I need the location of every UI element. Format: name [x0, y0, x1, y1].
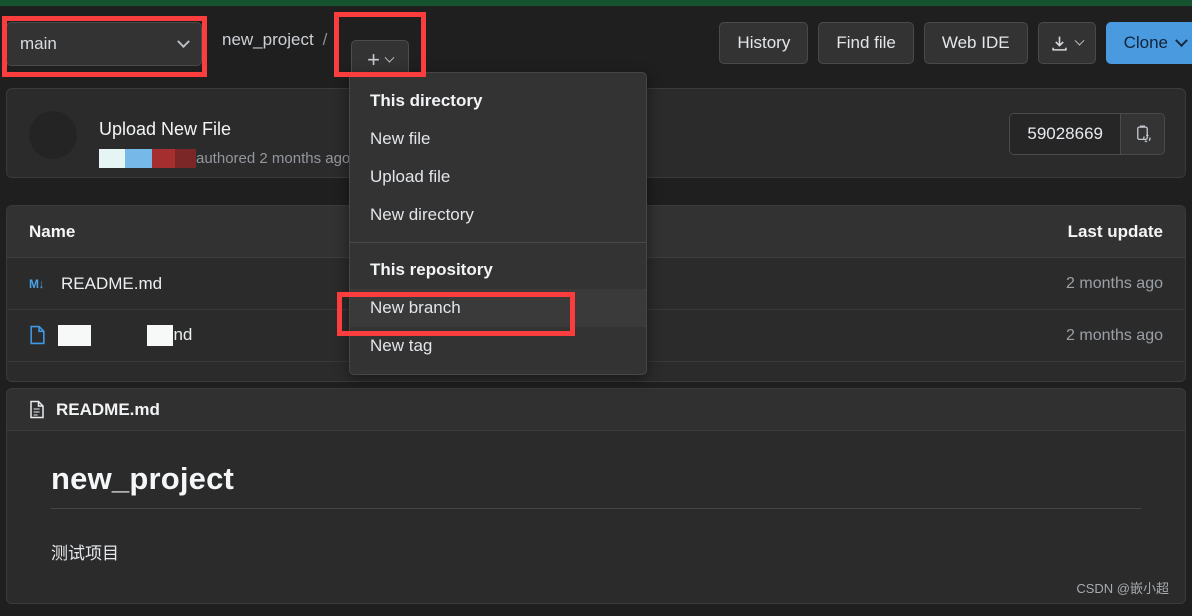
branch-selector-label: main: [20, 34, 57, 53]
commit-sha-group: 59028669: [1009, 113, 1165, 155]
document-icon: [30, 400, 44, 419]
redacted-file-name: nd: [58, 325, 192, 346]
menu-item-upload-file[interactable]: Upload file: [350, 158, 646, 196]
menu-item-new-file[interactable]: New file: [350, 120, 646, 158]
redaction-block: [125, 149, 152, 168]
file-icon: [30, 326, 45, 345]
readme-header: README.md: [7, 389, 1185, 431]
file-name[interactable]: README.md: [61, 274, 162, 294]
commit-authored-text: authored 2 months ago: [196, 150, 351, 167]
readme-paragraph: 测试项目: [51, 544, 119, 563]
watermark: CSDN @嵌小超: [1076, 581, 1169, 596]
history-button[interactable]: History: [719, 22, 809, 64]
chevron-down-icon: [384, 52, 395, 63]
chevron-down-icon: [1175, 33, 1188, 47]
readme-body: new_project 测试项目: [7, 431, 1185, 603]
menu-item-new-directory[interactable]: New directory: [350, 196, 646, 234]
download-button[interactable]: [1037, 22, 1096, 64]
menu-item-new-branch[interactable]: New branch: [350, 289, 646, 327]
breadcrumb-project[interactable]: new_project: [222, 30, 314, 50]
redacted-author-name: [99, 149, 196, 168]
copy-sha-button[interactable]: [1120, 114, 1164, 154]
readme-heading: new_project: [51, 461, 1141, 509]
branch-selector[interactable]: main: [6, 22, 202, 66]
readme-preview-card: README.md new_project 测试项目 CSDN @嵌小超: [6, 388, 1186, 604]
clipboard-copy-icon: [1137, 125, 1151, 143]
commit-sha: 59028669: [1010, 114, 1120, 154]
web-ide-button[interactable]: Web IDE: [923, 22, 1028, 64]
menu-item-new-tag[interactable]: New tag: [350, 327, 646, 365]
avatar: [29, 111, 77, 159]
chevron-down-icon: [1074, 35, 1085, 46]
redaction-block: [175, 149, 196, 168]
commit-title[interactable]: Upload New File: [99, 119, 231, 140]
repository-toolbar: main new_project / + History Find file W…: [0, 18, 1192, 80]
top-green-strip: [0, 0, 1192, 6]
menu-divider: [350, 242, 646, 243]
toolbar-actions: History Find file Web IDE Clone: [719, 22, 1192, 64]
download-icon: [1051, 36, 1067, 51]
redaction-block: [152, 149, 175, 168]
find-file-button[interactable]: Find file: [818, 22, 914, 64]
column-header-last-update: Last update: [1067, 221, 1163, 241]
file-last-update: 2 months ago: [1066, 326, 1163, 344]
file-last-update: 2 months ago: [1066, 274, 1163, 292]
breadcrumb-separator: /: [322, 30, 328, 49]
readme-filename: README.md: [56, 399, 160, 419]
clone-button[interactable]: Clone: [1105, 22, 1192, 64]
menu-section-this-repository: This repository: [370, 260, 493, 279]
redaction-block: [99, 149, 125, 168]
add-to-repository-menu: This directory New file Upload file New …: [349, 72, 647, 375]
breadcrumb: new_project /: [222, 30, 327, 50]
menu-section-this-directory: This directory: [370, 91, 483, 110]
plus-icon: +: [367, 47, 380, 72]
markdown-icon: M↓: [29, 276, 45, 291]
clone-button-label: Clone: [1123, 33, 1168, 52]
commit-author-line: authored 2 months ago: [99, 149, 350, 168]
chevron-down-icon: [177, 34, 190, 48]
